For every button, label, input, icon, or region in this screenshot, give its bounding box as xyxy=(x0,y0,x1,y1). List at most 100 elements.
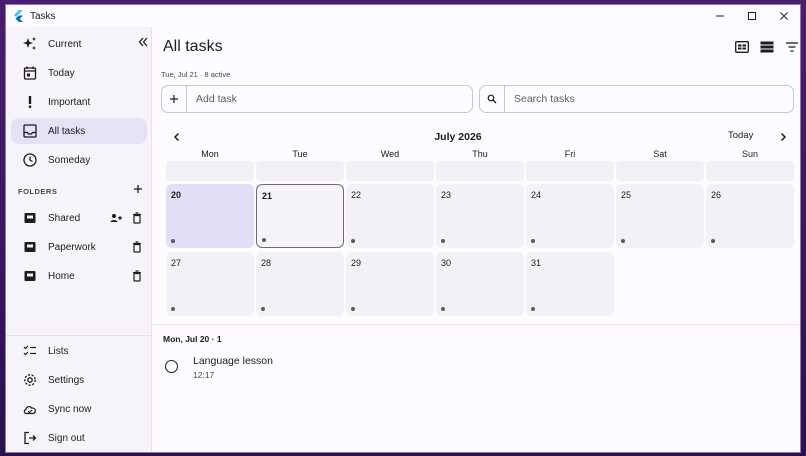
sidebar-item-label: Today xyxy=(48,67,75,79)
calendar-day[interactable]: 24 xyxy=(526,184,614,248)
sidebar-item-lists[interactable]: Lists xyxy=(11,338,147,364)
delete-folder-icon[interactable] xyxy=(130,211,144,225)
add-folder-button[interactable] xyxy=(131,182,145,196)
sidebar-item-all-tasks[interactable]: All tasks xyxy=(11,118,147,144)
day-number: 21 xyxy=(262,191,273,201)
calendar-day[interactable]: 21 xyxy=(256,184,344,248)
cloud-sync-icon xyxy=(22,401,38,417)
sidebar-item-important[interactable]: Important xyxy=(11,89,147,115)
app-window: Tasks Current Today Important All tasks … xyxy=(5,4,801,453)
calendar-filler-cell xyxy=(616,161,704,181)
calendar-day[interactable]: 29 xyxy=(346,252,434,316)
exclamation-icon xyxy=(22,94,38,110)
page-title: All tasks xyxy=(163,38,223,55)
sidebar-item-today[interactable]: Today xyxy=(11,60,147,86)
search-input[interactable] xyxy=(514,86,784,112)
next-month-button[interactable] xyxy=(775,129,791,145)
calendar-filler-cell xyxy=(346,161,434,181)
weekday-label: Sat xyxy=(653,149,667,159)
day-number: 20 xyxy=(171,190,182,200)
task-title: Language lesson xyxy=(193,355,273,367)
weekday-label: Tue xyxy=(292,149,308,159)
calendar-day[interactable]: 28 xyxy=(256,252,344,316)
weekday-label: Thu xyxy=(472,149,488,159)
folder-item-shared[interactable]: Shared xyxy=(11,205,147,231)
today-button[interactable]: Today xyxy=(728,130,753,141)
month-title: July 2026 xyxy=(434,131,482,143)
calendar-day[interactable]: 30 xyxy=(436,252,524,316)
checklist-icon xyxy=(22,343,38,359)
sidebar-item-sync-now[interactable]: Sync now xyxy=(11,396,147,422)
delete-folder-icon[interactable] xyxy=(130,240,144,254)
add-task-input[interactable] xyxy=(196,86,466,112)
title-bar[interactable]: Tasks xyxy=(6,5,800,27)
day-number: 22 xyxy=(351,190,362,200)
sidebar: Current Today Important All tasks Someda… xyxy=(6,27,152,452)
inbox-icon xyxy=(22,123,38,139)
weekday-label: Wed xyxy=(380,149,400,159)
add-icon[interactable] xyxy=(162,86,187,112)
calendar-filler-cell xyxy=(526,161,614,181)
logout-icon xyxy=(22,430,38,446)
calendar-day[interactable]: 22 xyxy=(346,184,434,248)
task-dot xyxy=(531,239,535,243)
search-box xyxy=(479,85,794,113)
task-item[interactable]: Language lesson 12:17 xyxy=(161,354,461,384)
task-dot xyxy=(621,239,625,243)
window-controls xyxy=(704,5,800,27)
day-number: 30 xyxy=(441,258,452,268)
folder-item-home[interactable]: Home xyxy=(11,263,147,289)
folder-label: Paperwork xyxy=(48,242,96,253)
window-title: Tasks xyxy=(30,10,56,22)
task-dot xyxy=(171,307,175,311)
calendar-day[interactable]: 31 xyxy=(526,252,614,316)
task-checkbox[interactable] xyxy=(165,360,178,373)
close-button[interactable] xyxy=(768,5,800,27)
sidebar-item-settings[interactable]: Settings xyxy=(11,367,147,393)
minimize-button[interactable] xyxy=(704,5,736,27)
maximize-button[interactable] xyxy=(736,5,768,27)
sidebar-item-current[interactable]: Current xyxy=(11,31,147,57)
task-dot xyxy=(351,239,355,243)
selected-day-header: Mon, Jul 20 · 1 xyxy=(163,334,222,344)
calendar-filler-cell xyxy=(706,161,794,181)
day-number: 26 xyxy=(711,190,722,200)
task-dot xyxy=(531,307,535,311)
sidebar-item-someday[interactable]: Someday xyxy=(11,147,147,173)
sidebar-divider xyxy=(6,335,152,336)
list-view-button[interactable] xyxy=(757,37,777,57)
flutter-logo-icon xyxy=(12,10,24,22)
task-dot xyxy=(171,239,175,243)
sidebar-item-label: Sign out xyxy=(48,432,85,444)
delete-folder-icon[interactable] xyxy=(130,269,144,283)
task-dot xyxy=(441,307,445,311)
folder-icon xyxy=(22,239,38,255)
calendar-day[interactable]: 20 xyxy=(166,184,254,248)
sidebar-item-label: Current xyxy=(48,38,82,50)
calendar-day[interactable]: 26 xyxy=(706,184,794,248)
filter-icon[interactable] xyxy=(782,37,800,57)
day-number: 29 xyxy=(351,258,362,268)
calendar-filler-cell xyxy=(166,161,254,181)
sidebar-item-label: All tasks xyxy=(48,125,86,137)
weekday-label: Mon xyxy=(201,149,219,159)
sidebar-item-label: Settings xyxy=(48,374,85,386)
folder-item-paperwork[interactable]: Paperwork xyxy=(11,234,147,260)
summary-text: Tue, Jul 21 · 8 active xyxy=(161,70,231,79)
calendar-day[interactable]: 27 xyxy=(166,252,254,316)
calendar-day[interactable]: 25 xyxy=(616,184,704,248)
gear-icon xyxy=(22,372,38,388)
day-number: 28 xyxy=(261,258,272,268)
sidebar-item-label: Lists xyxy=(48,345,69,357)
day-number: 31 xyxy=(531,258,542,268)
calendar-filler-cell xyxy=(436,161,524,181)
sidebar-item-sign-out[interactable]: Sign out xyxy=(11,425,147,451)
calendar-day[interactable]: 23 xyxy=(436,184,524,248)
day-number: 24 xyxy=(531,190,542,200)
collapse-sidebar-button[interactable] xyxy=(136,35,150,49)
folder-icon xyxy=(22,268,38,284)
calendar-view-button[interactable] xyxy=(732,37,752,57)
folders-section-title: FOLDERS xyxy=(18,187,58,196)
task-dot xyxy=(711,239,715,243)
shared-users-icon[interactable] xyxy=(109,211,123,225)
